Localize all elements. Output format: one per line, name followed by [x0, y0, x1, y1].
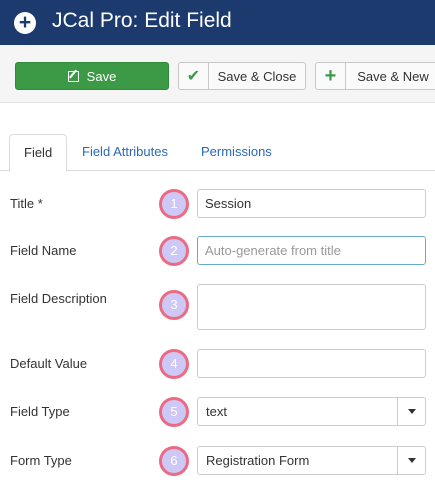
form-type-value: Registration Form: [206, 453, 310, 468]
step-badge-5: 5: [159, 397, 189, 427]
default-value-label: Default Value: [10, 356, 88, 371]
step-badge-3: 3: [159, 290, 189, 320]
plus-icon: +: [316, 63, 346, 89]
save-new-button-label: Save & New: [357, 68, 429, 84]
save-new-button[interactable]: + Save & New: [315, 62, 435, 90]
step-badge-4: 4: [159, 349, 189, 379]
field-type-value: text: [206, 404, 227, 419]
save-close-button-label: Save & Close: [217, 68, 297, 84]
field-description-textarea[interactable]: [197, 284, 426, 330]
title-label: Title *: [10, 196, 43, 211]
page-header: + JCal Pro: Edit Field: [0, 0, 435, 45]
field-type-select[interactable]: text: [197, 397, 426, 426]
field-type-dropdown-toggle[interactable]: [397, 398, 425, 425]
field-description-label: Field Description: [10, 291, 107, 306]
caret-down-icon: [407, 458, 416, 463]
page-title: JCal Pro: Edit Field: [52, 9, 232, 32]
step-badge-6: 6: [159, 446, 189, 476]
tab-bar: Field Field Attributes Permissions: [0, 134, 435, 172]
form-type-dropdown-toggle[interactable]: [397, 447, 425, 474]
toolbar: Save ✔ Save & Close + Save & New: [0, 45, 435, 103]
plus-circle-icon: +: [14, 12, 36, 34]
tab-permissions[interactable]: Permissions: [187, 134, 286, 171]
step-badge-1: 1: [159, 189, 189, 219]
save-button[interactable]: Save: [15, 62, 169, 90]
edit-icon: [67, 70, 79, 82]
field-type-label: Field Type: [10, 404, 70, 419]
tab-field[interactable]: Field: [9, 134, 68, 172]
caret-down-icon: [407, 409, 416, 414]
form-type-select[interactable]: Registration Form: [197, 446, 426, 475]
form-type-label: Form Type: [10, 453, 72, 468]
save-button-label: Save: [86, 68, 117, 84]
step-badge-2: 2: [159, 236, 189, 266]
check-icon: ✔: [179, 63, 209, 89]
default-value-input[interactable]: [197, 349, 426, 378]
tab-field-attributes[interactable]: Field Attributes: [68, 134, 182, 171]
field-name-label: Field Name: [10, 243, 77, 258]
field-name-input[interactable]: [197, 236, 426, 265]
title-input[interactable]: [197, 189, 426, 218]
save-close-button[interactable]: ✔ Save & Close: [178, 62, 306, 90]
